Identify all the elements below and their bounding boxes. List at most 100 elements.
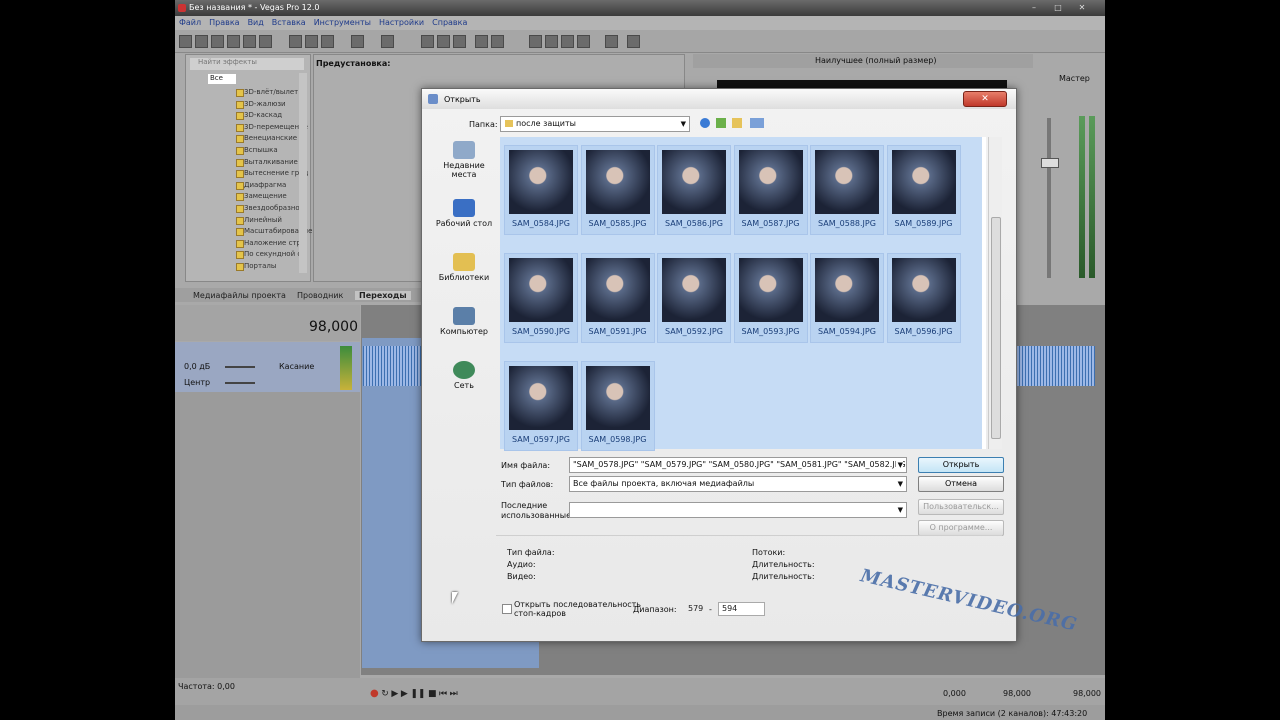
place-computer[interactable]: Компьютер — [430, 307, 498, 336]
minimize-button[interactable]: – — [1023, 2, 1045, 14]
tree-item[interactable]: Выталкивание — [244, 158, 298, 166]
search-input[interactable]: Найти эффекты — [190, 58, 304, 70]
preview-quality[interactable]: Наилучшее (полный размер) — [815, 56, 936, 65]
menu-file[interactable]: Файл — [175, 16, 205, 29]
zoom-tool-icon[interactable] — [561, 35, 574, 48]
master-fader[interactable] — [1041, 158, 1059, 168]
file-thumbnail[interactable]: SAM_0584.JPG — [504, 145, 578, 235]
stop-icon[interactable]: ■ — [428, 689, 437, 699]
file-list[interactable]: SAM_0584.JPG SAM_0585.JPG SAM_0586.JPG SAM_… — [500, 137, 986, 451]
play-from-start-icon[interactable]: ▶ — [391, 689, 398, 699]
tree-item[interactable]: Диафрагма — [244, 181, 286, 189]
filename-input[interactable]: "SAM_0578.JPG" "SAM_0579.JPG" "SAM_0580.… — [569, 457, 907, 473]
dialog-close-button[interactable]: ✕ — [963, 91, 1007, 107]
selection-edit-icon[interactable] — [545, 35, 558, 48]
range-from[interactable]: 579 — [684, 602, 711, 616]
tree-item[interactable]: Венецианские ж — [244, 134, 306, 142]
redo-icon[interactable] — [381, 35, 394, 48]
back-icon[interactable] — [700, 118, 710, 128]
scroll-thumb[interactable] — [991, 217, 1001, 439]
open-button[interactable]: Открыть — [918, 457, 1004, 473]
folder-select[interactable]: после защиты ▼ — [500, 116, 690, 132]
play-icon[interactable]: ▶ — [401, 689, 408, 699]
image-sequence-checkbox[interactable] — [502, 604, 512, 614]
file-thumbnail[interactable]: SAM_0598.JPG — [580, 361, 655, 451]
open-icon[interactable] — [195, 35, 208, 48]
place-desktop[interactable]: Рабочий стол — [430, 199, 498, 228]
tree-item[interactable]: Вспышка — [244, 146, 278, 154]
split-icon[interactable] — [577, 35, 590, 48]
normal-edit-icon[interactable] — [529, 35, 542, 48]
maximize-button[interactable]: □ — [1047, 2, 1069, 14]
loop-icon[interactable]: ↻ — [381, 689, 389, 699]
file-thumbnail[interactable]: SAM_0585.JPG — [580, 145, 655, 235]
file-thumbnail[interactable]: SAM_0593.JPG — [733, 253, 808, 343]
master-fader-track[interactable] — [1047, 118, 1051, 278]
menu-view[interactable]: Вид — [244, 16, 268, 29]
undo-icon[interactable] — [351, 35, 364, 48]
paste-icon[interactable] — [321, 35, 334, 48]
file-list-scrollbar[interactable] — [988, 137, 1002, 449]
tree-item[interactable]: Звездообразное — [244, 204, 304, 212]
tree-root[interactable]: Все — [208, 74, 236, 84]
file-thumbnail[interactable]: SAM_0586.JPG — [657, 145, 731, 235]
close-window-button[interactable]: ✕ — [1071, 2, 1093, 14]
menu-insert[interactable]: Вставка — [268, 16, 310, 29]
new-folder-icon[interactable] — [732, 118, 742, 128]
filetype-select[interactable]: Все файлы проекта, включая медиафайлы ▼ — [569, 476, 907, 492]
file-thumbnail[interactable]: SAM_0587.JPG — [733, 145, 808, 235]
menu-help[interactable]: Справка — [428, 16, 471, 29]
edit-tool-icon[interactable] — [437, 35, 450, 48]
range-to[interactable]: 594 — [718, 602, 765, 616]
place-recent[interactable]: Недавние места — [430, 141, 498, 179]
place-network[interactable]: Сеть — [430, 361, 498, 390]
view-menu-icon[interactable] — [750, 118, 764, 128]
tree-item[interactable]: Наложение стра — [244, 239, 305, 247]
file-thumbnail[interactable]: SAM_0592.JPG — [657, 253, 731, 343]
copy-icon[interactable] — [305, 35, 318, 48]
menu-options[interactable]: Настройки — [375, 16, 428, 29]
whats-this-icon[interactable] — [627, 35, 640, 48]
new-icon[interactable] — [179, 35, 192, 48]
save-icon[interactable] — [211, 35, 224, 48]
menu-tools[interactable]: Инструменты — [310, 16, 375, 29]
volume-slider[interactable] — [225, 366, 255, 368]
file-thumbnail[interactable]: SAM_0589.JPG — [886, 145, 961, 235]
record-icon[interactable]: ● — [370, 688, 379, 699]
render-icon[interactable] — [259, 35, 272, 48]
lock-envelopes-icon[interactable] — [491, 35, 504, 48]
snap-icon[interactable] — [421, 35, 434, 48]
help-icon[interactable] — [605, 35, 618, 48]
file-thumbnail[interactable]: SAM_0597.JPG — [504, 361, 578, 451]
tree-item[interactable]: 3D-жалюзи — [244, 100, 286, 108]
properties-icon[interactable] — [243, 35, 256, 48]
tab-explorer[interactable]: Проводник — [297, 291, 343, 300]
tab-transitions[interactable]: Переходы — [355, 291, 411, 300]
go-end-icon[interactable]: ⏭ — [450, 689, 458, 699]
file-thumbnail[interactable]: SAM_0591.JPG — [580, 253, 655, 343]
cancel-button[interactable]: Отмена — [918, 476, 1004, 492]
pan-slider[interactable] — [225, 382, 255, 384]
tree-item[interactable]: Замещение — [244, 192, 287, 200]
tree-scrollbar[interactable] — [299, 73, 307, 273]
save-as-icon[interactable] — [227, 35, 240, 48]
cut-icon[interactable] — [289, 35, 302, 48]
place-libraries[interactable]: Библиотеки — [430, 253, 498, 282]
tree-item[interactable]: Порталы — [244, 262, 276, 270]
tab-project-media[interactable]: Медиафайлы проекта — [193, 291, 286, 300]
envelope-tool-icon[interactable] — [453, 35, 466, 48]
go-start-icon[interactable]: ⏮ — [439, 689, 447, 699]
file-thumbnail[interactable]: SAM_0596.JPG — [886, 253, 961, 343]
menu-edit[interactable]: Правка — [205, 16, 243, 29]
up-folder-icon[interactable] — [716, 118, 726, 128]
tree-item[interactable]: Линейный — [244, 216, 282, 224]
tree-item[interactable]: 3D-влёт/вылет — [244, 88, 298, 96]
tree-item[interactable]: По секундной ст — [244, 250, 305, 258]
file-thumbnail[interactable]: SAM_0594.JPG — [810, 253, 884, 343]
tree-item[interactable]: 3D-каскад — [244, 111, 282, 119]
file-thumbnail[interactable]: SAM_0588.JPG — [810, 145, 884, 235]
auto-ripple-icon[interactable] — [475, 35, 488, 48]
file-thumbnail[interactable]: SAM_0590.JPG — [504, 253, 578, 343]
track-automation-mode[interactable]: Касание — [279, 362, 314, 371]
recent-select[interactable]: ▼ — [569, 502, 907, 518]
